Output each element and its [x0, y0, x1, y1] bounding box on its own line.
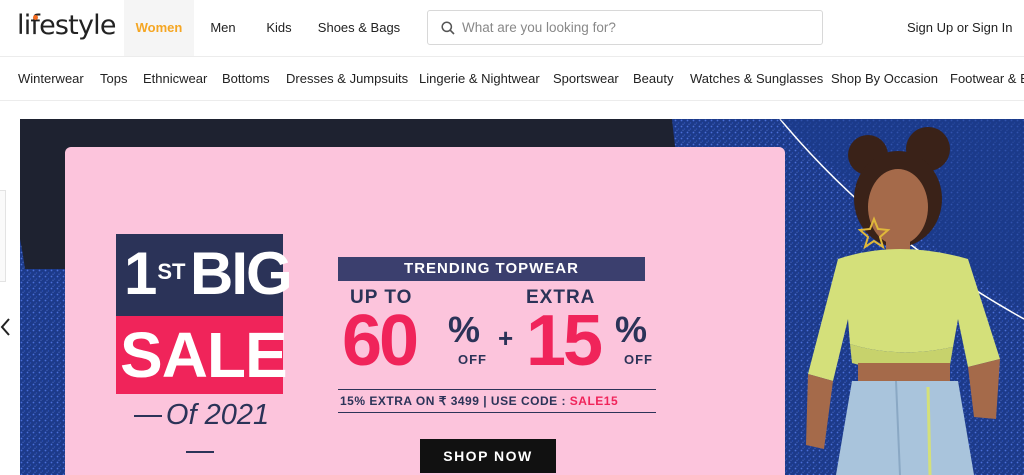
extra-discount-percent: % [615, 309, 648, 350]
category-bar: Winterwear Tops Ethnicwear Bottoms Dress… [0, 56, 1024, 101]
extra-discount-off: OFF [624, 352, 653, 367]
discount-off: OFF [458, 352, 487, 367]
coupon-line: 15% EXTRA ON ₹ 3499 | USE CODE : SALE15 [338, 389, 656, 413]
previous-slide-peek [0, 190, 6, 282]
chevron-left-icon[interactable] [0, 312, 14, 342]
sale-rank: 1ST [124, 240, 186, 307]
extra-discount-value: 15 [526, 301, 603, 381]
hero-banner[interactable]: 1ST BIG SALE Of 2021 TRENDING TOPWEAR UP… [20, 119, 1024, 475]
coupon-text: 15% EXTRA ON ₹ 3499 | USE CODE : [340, 394, 570, 408]
logo-dot [33, 15, 38, 20]
sale-big-text: BIG [190, 240, 293, 307]
tab-men[interactable]: Men [200, 0, 246, 56]
trending-label: TRENDING TOPWEAR [338, 257, 645, 281]
tab-kids[interactable]: Kids [258, 0, 300, 56]
coupon-code: SALE15 [569, 394, 619, 408]
search-input[interactable] [462, 11, 812, 44]
category-ethnicwear[interactable]: Ethnicwear [143, 57, 207, 100]
tab-shoes-bags[interactable]: Shoes & Bags [314, 0, 404, 56]
category-tops[interactable]: Tops [100, 57, 127, 100]
sign-in-link[interactable]: Sign Up or Sign In [907, 0, 1013, 56]
sale-year: Of 2021 [116, 397, 283, 469]
sale-rank-suffix: ST [157, 259, 186, 284]
category-bottoms[interactable]: Bottoms [222, 57, 270, 100]
category-footwear[interactable]: Footwear & B [950, 57, 1024, 100]
search-icon [441, 21, 455, 35]
category-winterwear[interactable]: Winterwear [18, 57, 84, 100]
category-dresses-jumpsuits[interactable]: Dresses & Jumpsuits [286, 57, 408, 100]
category-watches-sunglasses[interactable]: Watches & Sunglasses [690, 57, 823, 100]
category-sportswear[interactable]: Sportswear [553, 57, 619, 100]
search-box[interactable] [427, 10, 823, 45]
plus-sign: + [498, 323, 514, 353]
discount-percent: % [448, 309, 481, 350]
category-shop-by-occasion[interactable]: Shop By Occasion [831, 57, 938, 100]
tab-women[interactable]: Women [124, 0, 194, 56]
model-image [806, 127, 1000, 475]
sale-text: SALE [120, 319, 288, 391]
category-lingerie-nightwear[interactable]: Lingerie & Nightwear [419, 57, 540, 100]
logo-text: lifestyle [17, 10, 116, 41]
discount-value: 60 [342, 301, 419, 381]
category-beauty[interactable]: Beauty [633, 57, 673, 100]
sale-year-text: Of 2021 [165, 399, 270, 431]
shop-now-button[interactable]: SHOP NOW [420, 439, 556, 473]
top-header: lifestyle Women Men Kids Shoes & Bags Si… [0, 0, 1024, 56]
lifestyle-logo[interactable]: lifestyle [17, 10, 116, 41]
